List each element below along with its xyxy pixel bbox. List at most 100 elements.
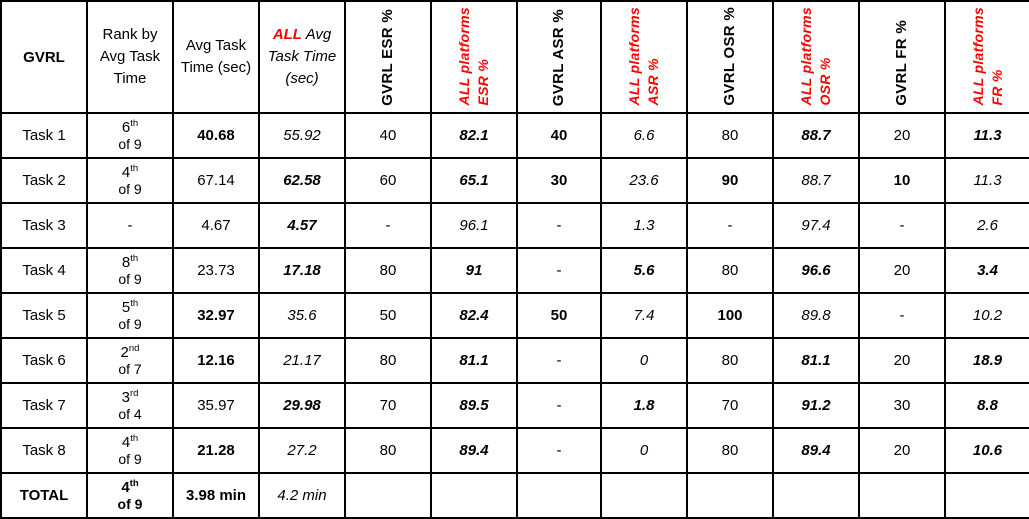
header-all-esr-label: ALL platforms ESR % [455,7,493,106]
row-7-rank: 3rd of 4 [86,382,174,429]
row-6-gvrl-osr: 80 [686,337,774,384]
row-6-task-label: Task 6 [0,337,88,384]
rank-ordinal-suffix: th [130,432,139,444]
row-1-task-label: Task 1 [0,112,88,159]
row-8-gvrl-fr: 20 [858,427,946,474]
header-all-fr-line1: ALL platforms [969,7,986,106]
row-2-all-asr: 23.6 [600,157,688,204]
table-total-row: TOTAL 4th of 9 3.98 min 4.2 min [0,472,1029,519]
header-all-platforms-asr: ALL platforms ASR % [600,0,688,114]
row-6-gvrl-asr: - [516,337,602,384]
table-row: Task 7 3rd of 4 35.97 29.98 70 89.5-1.8 70 91.2 3… [0,382,1029,429]
rank-value: 4th of 9 [90,432,170,467]
row-3-task-label: Task 3 [0,202,88,249]
row-5-gvrl-esr: 50 [344,292,432,339]
rank-value: - [127,216,133,234]
row-4-all-esr: 91 [430,247,518,294]
row-5-all-asr: 7.4 [600,292,688,339]
rank-ordinal-suffix: th [129,477,139,489]
header-all-asr-line2: ASR % [645,58,661,106]
header-all-platforms-esr: ALL platforms ESR % [430,0,518,114]
row-6-avg-task-time: 12.16 [172,337,260,384]
row-6-all-asr: 0 [600,337,688,384]
rank-value: 4th of 9 [90,477,170,513]
rank-ordinal: 4th [121,477,139,496]
row-4-gvrl-asr: - [516,247,602,294]
header-rank-by-avg-task-time: Rank by Avg Task Time [86,0,174,114]
row-7-gvrl-osr: 70 [686,382,774,429]
total-gvrl-asr [516,472,602,519]
row-2-task-label: Task 2 [0,157,88,204]
rank-of-total: of 7 [118,361,142,378]
header-all-platforms-osr: ALL platforms OSR % [772,0,860,114]
rank-ordinal: 3rd [121,387,139,406]
row-6-gvrl-esr: 80 [344,337,432,384]
rank-ordinal: 2nd [120,342,140,361]
row-4-gvrl-fr: 20 [858,247,946,294]
rank-of-total: of 9 [117,496,143,513]
row-1-all-esr: 82.1 [430,112,518,159]
table-row: Task 3-4.67 4.57-96.1-1.3-97.4-2.6 [0,202,1029,249]
header-gvrl-asr-wrap: GVRL ASR % [519,3,599,111]
header-all-osr-line2: OSR % [817,57,833,106]
rank-ordinal: 4th [121,162,139,181]
row-4-all-avg-task-time: 17.18 [258,247,346,294]
rank-ordinal-suffix: th [130,252,139,264]
row-5-all-osr: 89.8 [772,292,860,339]
header-gvrl-osr: GVRL OSR % [686,0,774,114]
row-3-avg-task-time: 4.67 [172,202,260,249]
header-avg-task-time-label: Avg Task Time (sec) [180,37,252,76]
row-7-task-label: Task 7 [0,382,88,429]
header-gvrl-esr: GVRL ESR % [344,0,432,114]
header-gvrl-fr-wrap: GVRL FR % [861,3,943,111]
row-5-task-label: Task 5 [0,292,88,339]
row-2-all-avg-task-time: 62.58 [258,157,346,204]
rank-of-total: of 9 [118,181,142,198]
row-5-all-fr: 10.2 [944,292,1029,339]
row-4-all-osr: 96.6 [772,247,860,294]
header-all-osr-wrap: ALL platforms OSR % [775,3,857,111]
header-all-prefix: ALL [272,26,302,44]
row-2-gvrl-fr: 10 [858,157,946,204]
row-6-all-fr: 18.9 [944,337,1029,384]
rank-of-total: of 9 [118,316,142,333]
row-1-all-asr: 6.6 [600,112,688,159]
row-4-avg-task-time: 23.73 [172,247,260,294]
row-4-task-label: Task 4 [0,247,88,294]
header-all-platforms-fr: ALL platforms FR % [944,0,1029,114]
row-7-gvrl-esr: 70 [344,382,432,429]
row-1-gvrl-fr: 20 [858,112,946,159]
header-gvrl-esr-wrap: GVRL ESR % [347,3,429,111]
total-avg-task-time: 3.98 min [172,472,260,519]
header-all-fr-line2: FR % [988,69,1005,106]
row-2-avg-task-time: 67.14 [172,157,260,204]
row-3-all-asr: 1.3 [600,202,688,249]
row-6-gvrl-fr: 20 [858,337,946,384]
table-row: Task 2 4th of 9 67.14 62.58 60 65.1 30 23.6 90 88.… [0,157,1029,204]
row-1-gvrl-osr: 80 [686,112,774,159]
row-3-all-avg-task-time: 4.57 [258,202,346,249]
table-row: Task 8 4th of 9 21.28 27.2 80 89.4-0 80 89.4 20 10… [0,427,1029,474]
row-5-gvrl-asr: 50 [516,292,602,339]
total-all-avg-task-time: 4.2 min [258,472,346,519]
rank-of-total: of 9 [118,136,142,153]
rank-ordinal: 8th [121,252,139,271]
rank-ordinal-suffix: nd [128,342,140,354]
total-label: TOTAL [0,472,88,519]
row-1-all-osr: 88.7 [772,112,860,159]
total-all-asr [600,472,688,519]
table-header-row: GVRL Rank by Avg Task Time Avg Task Time… [0,0,1029,114]
row-5-all-avg-task-time: 35.6 [258,292,346,339]
total-gvrl-esr [344,472,432,519]
rank-ordinal-suffix: th [130,117,139,129]
row-7-gvrl-fr: 30 [858,382,946,429]
row-4-rank: 8th of 9 [86,247,174,294]
row-8-all-esr: 89.4 [430,427,518,474]
row-3-gvrl-asr: - [516,202,602,249]
rank-value: 5th of 9 [90,298,170,333]
rank-value: 6th of 9 [90,117,170,153]
row-7-all-fr: 8.8 [944,382,1029,429]
row-8-gvrl-osr: 80 [686,427,774,474]
rank-value: 8th of 9 [90,252,170,287]
rank-value: 4th of 9 [90,162,170,198]
